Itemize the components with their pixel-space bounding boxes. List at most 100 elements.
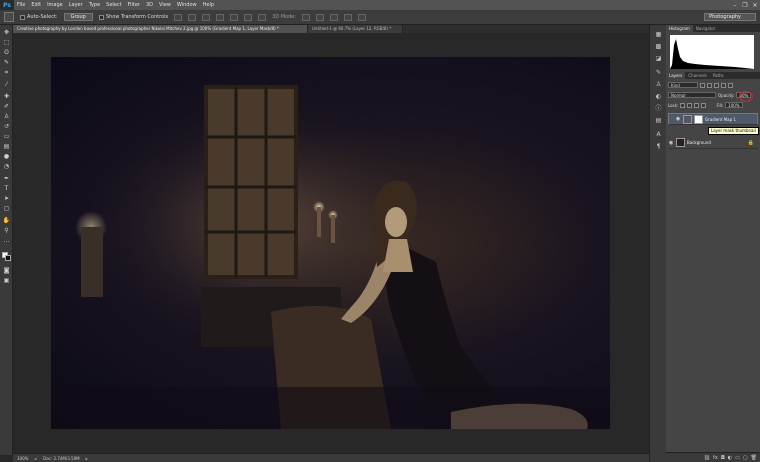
blend-mode-dropdown[interactable]: Normal — [668, 92, 716, 98]
tab-active-document[interactable]: Creative photography by London based pro… — [13, 25, 308, 33]
3d-pan-icon[interactable] — [330, 13, 339, 21]
healing-brush-icon[interactable]: ✚ — [2, 93, 11, 101]
lock-pixels-icon[interactable] — [687, 102, 693, 108]
info-panel-icon[interactable]: ⓘ — [654, 105, 663, 113]
add-mask-icon[interactable]: ◘ — [721, 455, 725, 461]
quick-mask-icon[interactable]: ◙ — [2, 267, 11, 275]
link-layers-icon[interactable]: ⛓ — [704, 455, 710, 461]
menu-window[interactable]: Window — [174, 2, 200, 8]
styles-panel-icon[interactable]: ◪ — [654, 55, 663, 63]
menu-file[interactable]: File — [14, 2, 28, 8]
layer-gradient-map[interactable]: ◉ Gradient Map 1 — [668, 113, 758, 125]
3d-scale-icon[interactable] — [358, 13, 367, 21]
tab-navigator[interactable]: Navigator — [693, 25, 719, 32]
menu-edit[interactable]: Edit — [28, 2, 44, 8]
history-panel-icon[interactable]: ▦ — [654, 31, 663, 39]
tab-paths[interactable]: Paths — [710, 72, 727, 79]
lasso-tool-icon[interactable]: ʘ — [2, 49, 11, 57]
workspace-dropdown[interactable]: Photography — [704, 13, 756, 21]
menu-view[interactable]: View — [156, 2, 174, 8]
adjustments-panel-icon[interactable]: ◐ — [654, 93, 663, 101]
eyedropper-tool-icon[interactable]: ⁄ — [2, 81, 11, 89]
clone-source-icon[interactable]: ♙ — [654, 81, 663, 89]
background-color-swatch[interactable] — [5, 255, 11, 261]
new-adjustment-icon[interactable]: ◐ — [728, 455, 732, 461]
hand-tool-icon[interactable]: ✋ — [2, 217, 11, 225]
eraser-tool-icon[interactable]: ▭ — [2, 133, 11, 141]
history-brush-icon[interactable]: ↺ — [2, 123, 11, 131]
blur-tool-icon[interactable]: ● — [2, 153, 11, 161]
filter-type-icon[interactable] — [714, 82, 719, 88]
visibility-eye-icon[interactable]: ◉ — [675, 116, 681, 123]
shape-tool-icon[interactable]: ▢ — [2, 205, 11, 213]
tab-channels[interactable]: Channels — [685, 72, 710, 79]
pen-tool-icon[interactable]: ✒ — [2, 175, 11, 183]
brush-panel-icon[interactable]: ✎ — [654, 69, 663, 77]
filter-adjustment-icon[interactable] — [707, 82, 712, 88]
align-middle-icon[interactable] — [188, 13, 197, 21]
menu-3d[interactable]: 3D — [143, 2, 156, 8]
status-menu-arrow-icon[interactable]: ▸ — [86, 456, 88, 461]
brush-tool-icon[interactable]: ✐ — [2, 103, 11, 111]
auto-select-target-dropdown[interactable]: Group — [63, 13, 93, 21]
menu-help[interactable]: Help — [200, 2, 217, 8]
quick-select-tool-icon[interactable]: ✎ — [2, 59, 11, 67]
filter-kind-dropdown[interactable]: Kind — [668, 82, 698, 88]
canvas-area[interactable] — [13, 33, 649, 453]
tab-histogram[interactable]: Histogram — [666, 25, 693, 32]
menu-filter[interactable]: Filter — [125, 2, 143, 8]
paragraph-panel-icon[interactable]: ¶ — [654, 143, 663, 151]
menu-select[interactable]: Select — [103, 2, 124, 8]
filter-shape-icon[interactable] — [721, 82, 726, 88]
visibility-eye-icon[interactable]: ◉ — [668, 140, 674, 146]
filter-pixel-icon[interactable] — [700, 82, 705, 88]
3d-slide-icon[interactable] — [344, 13, 353, 21]
document-image[interactable] — [51, 57, 610, 429]
move-tool-preset-icon[interactable] — [4, 12, 14, 22]
zoom-level[interactable]: 100% — [17, 456, 28, 461]
align-left-icon[interactable] — [216, 13, 225, 21]
dodge-tool-icon[interactable]: ◔ — [2, 163, 11, 171]
menu-layer[interactable]: Layer — [66, 2, 86, 8]
character-panel-icon[interactable]: A — [654, 131, 663, 139]
move-tool-icon[interactable]: ✥ — [2, 29, 11, 37]
minimize-icon[interactable]: – — [730, 2, 740, 9]
extra-tools-icon[interactable]: … — [2, 237, 11, 245]
properties-panel-icon[interactable]: ▤ — [654, 117, 663, 125]
clone-stamp-icon[interactable]: ♙ — [2, 113, 11, 121]
layer-mask-thumbnail[interactable] — [694, 114, 703, 124]
menu-image[interactable]: Image — [44, 2, 66, 8]
align-right-icon[interactable] — [244, 13, 253, 21]
close-icon[interactable]: ✕ — [750, 2, 760, 9]
lock-all-icon[interactable] — [701, 102, 707, 108]
3d-rotate-icon[interactable] — [302, 13, 311, 21]
fill-input[interactable]: 100% — [725, 102, 743, 108]
gradient-tool-icon[interactable]: ▤ — [2, 143, 11, 151]
delete-layer-icon[interactable]: 🗑 — [751, 455, 757, 461]
marquee-tool-icon[interactable]: ⬚ — [2, 39, 11, 47]
align-bottom-icon[interactable] — [202, 13, 211, 21]
new-layer-icon[interactable]: ▢ — [743, 455, 748, 461]
align-top-icon[interactable] — [174, 13, 183, 21]
filter-smart-icon[interactable] — [728, 82, 733, 88]
distribute-icon[interactable] — [258, 13, 267, 21]
transform-controls-checkbox[interactable]: Show Transform Controls — [98, 14, 168, 20]
menu-type[interactable]: Type — [86, 2, 103, 8]
restore-icon[interactable]: ❐ — [740, 2, 750, 9]
lock-position-icon[interactable] — [694, 102, 700, 108]
type-tool-icon[interactable]: T — [2, 185, 11, 193]
swatches-panel-icon[interactable]: ▩ — [654, 43, 663, 51]
screen-mode-icon[interactable]: ▣ — [2, 277, 11, 285]
align-center-icon[interactable] — [230, 13, 239, 21]
tab-layers[interactable]: Layers — [666, 72, 686, 79]
lock-transparent-icon[interactable] — [680, 102, 686, 108]
zoom-tool-icon[interactable]: ⚲ — [2, 227, 11, 235]
auto-select-checkbox[interactable]: Auto-Select: — [20, 14, 58, 20]
layer-style-icon[interactable]: fx — [713, 455, 718, 461]
new-group-icon[interactable]: ▭ — [735, 455, 740, 461]
export-icon[interactable]: ▫ — [34, 456, 37, 461]
tab-untitled-document[interactable]: Untitled-1 @ 66.7% (Layer 12, RGB/8) * — [308, 25, 403, 33]
3d-roll-icon[interactable] — [316, 13, 325, 21]
path-select-icon[interactable]: ➤ — [2, 195, 11, 203]
layer-background[interactable]: ◉ Background 🔒 — [668, 137, 758, 149]
